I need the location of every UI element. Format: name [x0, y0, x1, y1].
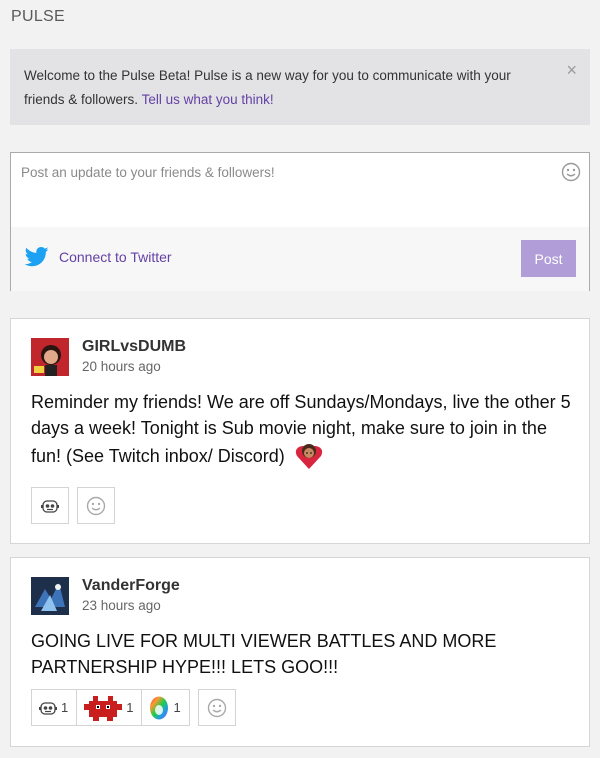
post-timestamp: 23 hours ago [82, 598, 161, 613]
rainbow-egg-emote-icon [150, 696, 169, 719]
avatar[interactable] [31, 577, 69, 615]
feed-post: VanderForge 23 hours ago GOING LIVE FOR … [10, 557, 590, 747]
avatar[interactable] [31, 338, 69, 376]
reaction-button[interactable]: 1 [31, 689, 78, 726]
add-reaction-button[interactable] [197, 689, 236, 726]
composer-text-area[interactable] [11, 153, 589, 227]
page-title: PULSE [11, 8, 65, 25]
reaction-count: 1 [126, 700, 134, 715]
feed-post: GIRLvsDUMB 20 hours ago Reminder my frie… [10, 318, 590, 544]
smiley-icon [86, 496, 106, 515]
post-button[interactable]: Post [521, 240, 576, 277]
feedback-link[interactable]: Tell us what you think! [142, 92, 274, 107]
reaction-button[interactable]: 1 [141, 689, 190, 726]
reaction-count: 1 [173, 700, 181, 715]
welcome-banner: Welcome to the Pulse Beta! Pulse is a ne… [10, 49, 590, 125]
reaction-button[interactable]: 1 [76, 689, 143, 726]
heart-face-emote-icon [295, 444, 322, 469]
robot-face-emote-icon [39, 701, 57, 715]
twitter-bird-icon [25, 247, 49, 267]
smiley-icon [207, 698, 226, 717]
reaction-bar: 1 1 1 [31, 689, 236, 726]
add-reaction-button[interactable] [77, 487, 115, 524]
banner-message: Welcome to the Pulse Beta! Pulse is a ne… [24, 64, 544, 112]
smiley-icon[interactable] [561, 162, 581, 182]
robot-face-icon [41, 499, 59, 513]
twitter-label: Connect to Twitter [59, 249, 172, 265]
post-timestamp: 20 hours ago [82, 359, 161, 374]
robot-reaction-button[interactable] [31, 487, 69, 524]
reaction-bar [31, 487, 115, 524]
post-author[interactable]: VanderForge [82, 577, 180, 595]
reaction-count: 1 [61, 700, 69, 715]
post-author[interactable]: GIRLvsDUMB [82, 338, 186, 356]
close-icon[interactable]: × [566, 61, 577, 79]
post-body: GOING LIVE FOR MULTI VIEWER BATTLES AND … [31, 631, 497, 677]
post-composer: Connect to Twitter Post [10, 152, 590, 291]
red-creature-emote-icon [84, 695, 123, 721]
post-body: Reminder my friends! We are off Sundays/… [31, 389, 576, 471]
post-update-input[interactable] [21, 161, 541, 183]
composer-footer: Connect to Twitter Post [11, 227, 589, 291]
connect-twitter-link[interactable]: Connect to Twitter [25, 247, 172, 267]
